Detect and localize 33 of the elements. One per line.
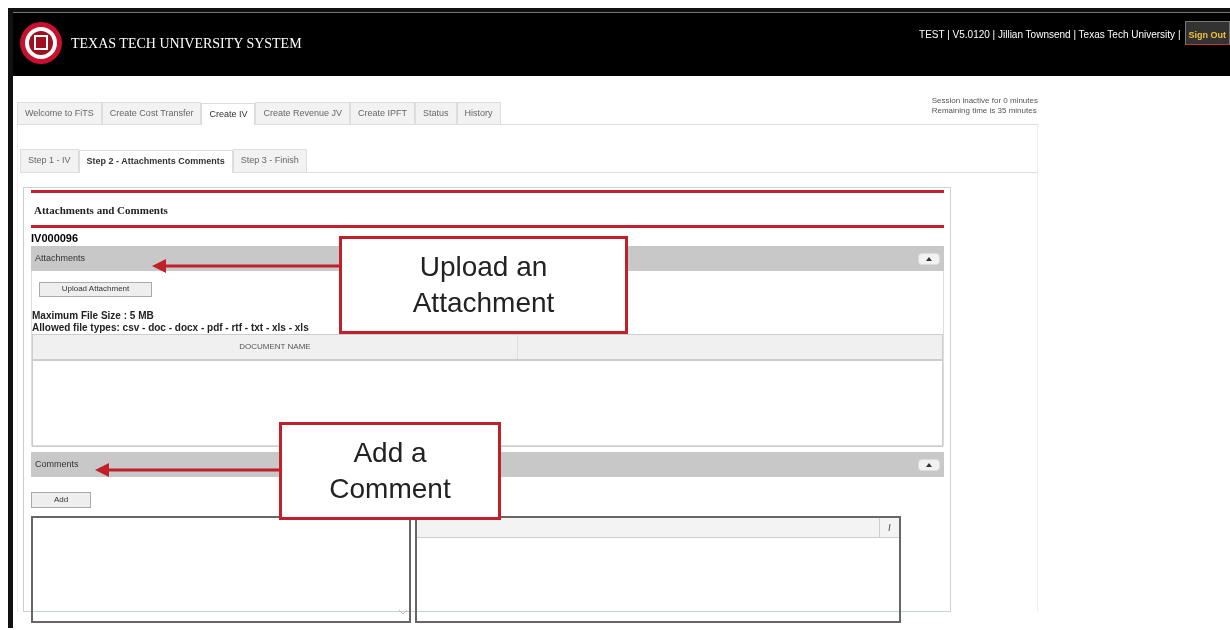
section-label: Comments: [35, 457, 79, 471]
step-tab[interactable]: Step 2 - Attachments Comments: [78, 150, 233, 173]
chevron-down-icon: [399, 610, 407, 615]
caret-up-icon: [926, 256, 932, 261]
nav-tab[interactable]: Create Cost Transfer: [101, 101, 202, 124]
user-info: TEST | V5.0120 | Jillian Townsend | Texas Tech University |: [919, 28, 1181, 42]
collapse-button[interactable]: [918, 252, 940, 265]
file-types-text: Allowed file types: csv - doc - docx - pdf - rtf - txt - xls - xls: [32, 322, 310, 334]
seal-logo-icon: [19, 21, 63, 65]
collapse-button[interactable]: [918, 458, 940, 471]
callout-text: Upload an Attachment: [411, 250, 556, 320]
add-button[interactable]: Add: [31, 492, 91, 508]
section-label: Attachments: [35, 251, 86, 265]
caret-up-icon: [926, 462, 932, 467]
step-tab[interactable]: Step 1 - IV: [20, 149, 79, 172]
nav-tab[interactable]: Create IV: [201, 102, 256, 125]
callout-text: Add a Comment: [328, 436, 452, 506]
sign-out-button[interactable]: Sign Out: [1184, 21, 1230, 45]
nav-tab[interactable]: Create Revenue JV: [255, 101, 350, 124]
file-size-text: Maximum File Size : 5 MB: [32, 310, 155, 322]
column-header: DOCUMENT NAME: [33, 335, 518, 359]
nav-tab[interactable]: Status: [415, 101, 457, 124]
system-title: TEXAS TECH UNIVERSITY SYSTEM: [71, 34, 302, 53]
nav-tab[interactable]: History: [456, 101, 501, 124]
nav-tab[interactable]: Create IPFT: [349, 101, 415, 124]
step-tab[interactable]: Step 3 - Finish: [232, 149, 307, 172]
nav-tab[interactable]: Welcome to FiTS: [17, 101, 102, 124]
column-resize-icon: [888, 524, 891, 531]
session-text: Remaining time is 35 minutes: [931, 106, 1038, 116]
upload-attachment-button[interactable]: Upload Attachment: [39, 281, 152, 297]
panel-title: Attachments and Comments: [34, 203, 168, 216]
session-text: Session inactive for 0 minutes: [931, 96, 1038, 106]
record-id: IV000096: [31, 230, 80, 246]
